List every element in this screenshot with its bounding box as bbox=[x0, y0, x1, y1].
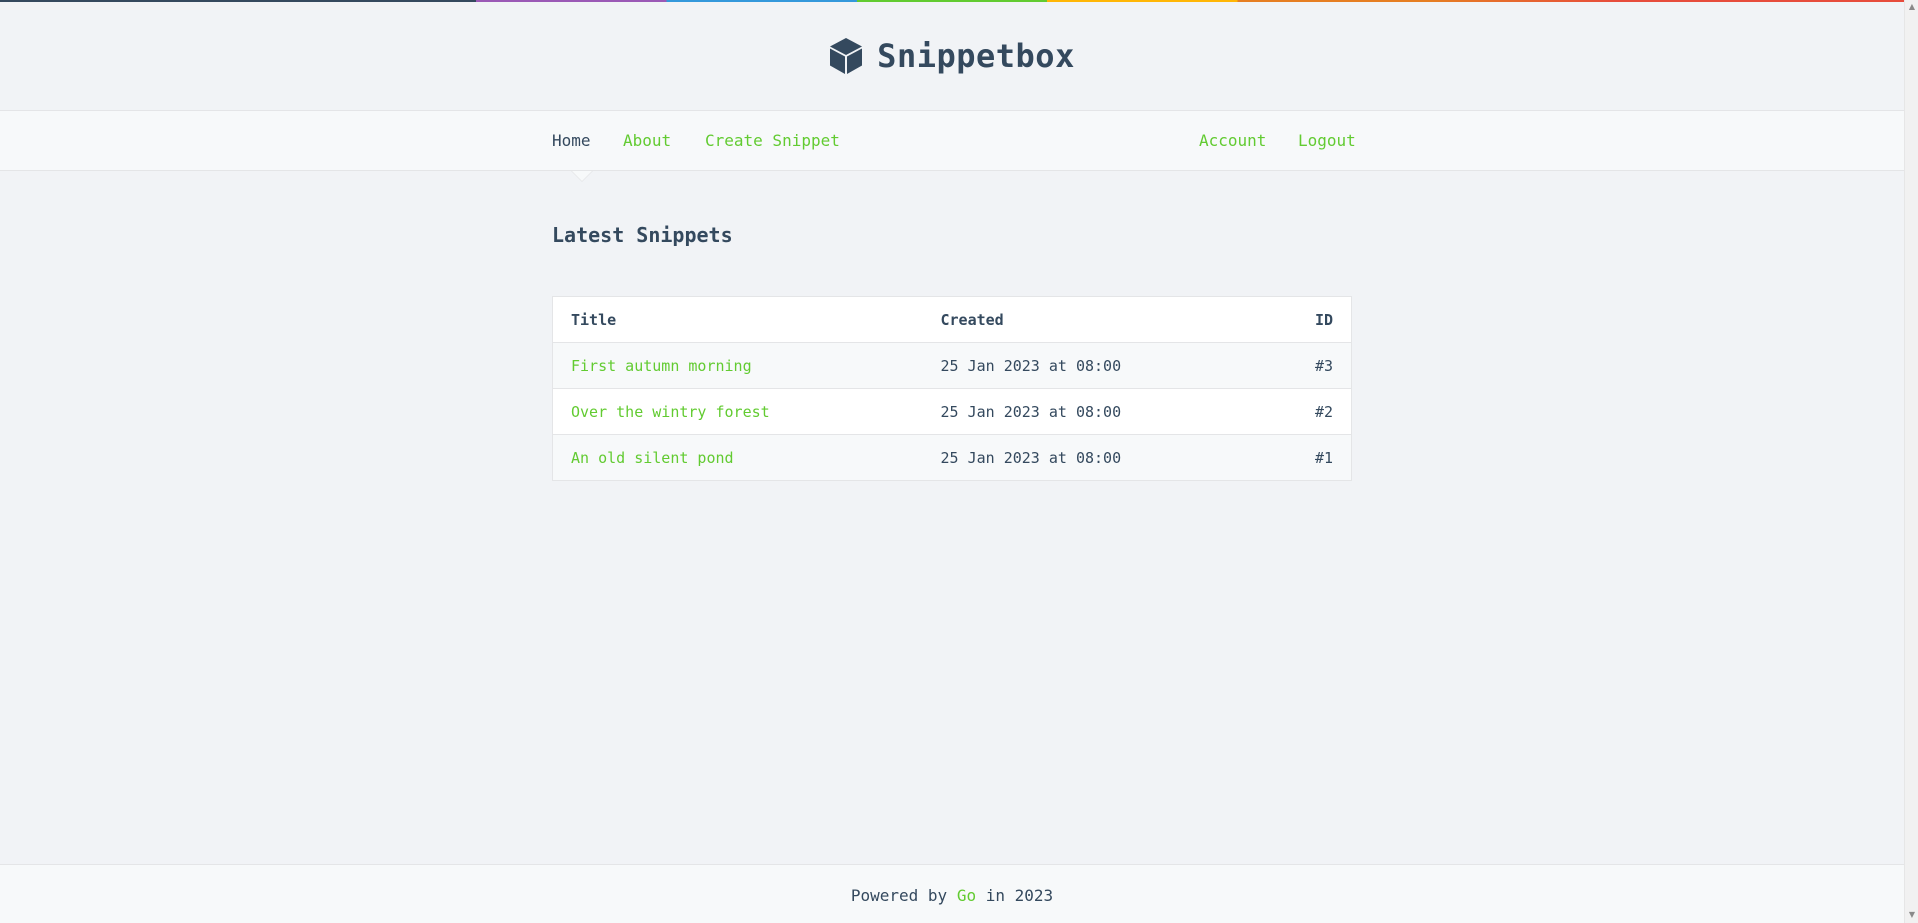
site-header: Snippetbox bbox=[0, 2, 1904, 110]
snippet-title-link[interactable]: An old silent pond bbox=[571, 449, 734, 467]
snippet-title-link[interactable]: Over the wintry forest bbox=[571, 403, 770, 421]
nav-logout-link[interactable]: Logout bbox=[1298, 131, 1356, 150]
brand-name: Snippetbox bbox=[877, 37, 1075, 75]
nav-create-snippet-link[interactable]: Create Snippet bbox=[705, 131, 840, 150]
cube-icon bbox=[830, 38, 863, 74]
snippet-title-cell: First autumn morning bbox=[552, 342, 923, 389]
footer-suffix: in 2023 bbox=[985, 886, 1054, 905]
brand-link[interactable]: Snippetbox bbox=[829, 37, 1075, 75]
scroll-down-arrow-icon[interactable]: ▼ bbox=[1905, 910, 1918, 919]
nav-account-link[interactable]: Account bbox=[1199, 131, 1266, 150]
snippet-id-cell: #3 bbox=[1265, 342, 1352, 389]
page-title: Latest Snippets bbox=[552, 223, 733, 247]
vertical-scrollbar[interactable]: ▲ ▼ bbox=[1904, 0, 1918, 923]
nav-home-link[interactable]: Home bbox=[552, 131, 591, 150]
nav-about-link[interactable]: About bbox=[623, 131, 671, 150]
table-row: Over the wintry forest 25 Jan 2023 at 08… bbox=[552, 388, 1352, 435]
snippet-title-cell: An old silent pond bbox=[552, 434, 923, 481]
table-header-row: Title Created ID bbox=[552, 296, 1352, 343]
column-header-created: Created bbox=[922, 296, 1266, 343]
snippet-created-cell: 25 Jan 2023 at 08:00 bbox=[922, 434, 1266, 481]
snippet-title-cell: Over the wintry forest bbox=[552, 388, 923, 435]
snippet-title-link[interactable]: First autumn morning bbox=[571, 357, 752, 375]
active-nav-indicator bbox=[572, 171, 592, 181]
column-header-title: Title bbox=[552, 296, 923, 343]
scroll-up-arrow-icon[interactable]: ▲ bbox=[1905, 2, 1918, 11]
snippet-id-cell: #2 bbox=[1265, 388, 1352, 435]
site-footer: Powered by Go in 2023 bbox=[0, 864, 1904, 923]
snippet-created-cell: 25 Jan 2023 at 08:00 bbox=[922, 388, 1266, 435]
footer-go-link[interactable]: Go bbox=[957, 886, 976, 905]
footer-prefix: Powered by bbox=[850, 886, 948, 905]
snippets-table: Title Created ID First autumn morning 25… bbox=[552, 296, 1352, 481]
snippet-created-cell: 25 Jan 2023 at 08:00 bbox=[922, 342, 1266, 389]
column-header-id: ID bbox=[1265, 296, 1352, 343]
snippet-id-cell: #1 bbox=[1265, 434, 1352, 481]
main-nav: Home About Create Snippet Account Logout bbox=[0, 110, 1904, 182]
table-row: First autumn morning 25 Jan 2023 at 08:0… bbox=[552, 342, 1352, 389]
table-row: An old silent pond 25 Jan 2023 at 08:00 … bbox=[552, 434, 1352, 481]
